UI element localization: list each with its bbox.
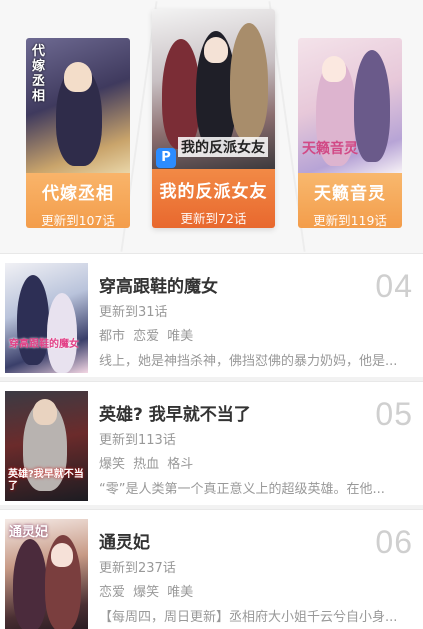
rank-number: 06	[375, 524, 413, 560]
cover-title-art: 穿高跟鞋的魔女	[9, 339, 79, 350]
genre-tags: 恋爱 爆笑 唯美	[99, 585, 194, 600]
rank-number: 04	[375, 268, 413, 304]
genre-tags: 爆笑 热血 格斗	[99, 457, 194, 472]
featured-card-1[interactable]: 我的反派女友 P 我的反派女友 更新到72话	[152, 9, 275, 228]
cover-title-art: 代嫁丞相	[32, 44, 46, 104]
comic-description: 【每周四，周日更新】丞相府大小姐千云兮自小身...	[99, 610, 398, 625]
update-status: 更新到31话	[99, 305, 168, 320]
genre-tags: 都市 恋爱 唯美	[99, 329, 194, 344]
card-title: 我的反派女友	[159, 182, 268, 202]
comic-description: 线上，她是神挡杀神，佛挡怼佛的暴力奶妈，他是...	[99, 354, 398, 369]
comic-cover-image: 穿高跟鞋的魔女	[5, 263, 88, 373]
card-title: 天籁音灵	[314, 184, 386, 204]
card-title: 代嫁丞相	[42, 184, 114, 204]
card-update: 更新到107话	[41, 213, 115, 228]
comic-cover-image: 英雄?我早就不当了	[5, 391, 88, 501]
comic-cover-image: 代嫁丞相	[26, 38, 130, 173]
card-update: 更新到119话	[313, 213, 387, 228]
cover-title-art: 英雄?我早就不当了	[8, 469, 84, 492]
comic-description: “零”是人类第一个真正意义上的超级英雄。在他...	[99, 482, 385, 497]
comic-title: 通灵妃	[99, 533, 150, 553]
comic-title: 穿高跟鞋的魔女	[99, 277, 218, 297]
featured-card-2[interactable]: 代嫁丞相 代嫁丞相 更新到107话	[26, 38, 130, 228]
update-status: 更新到237话	[99, 561, 176, 576]
update-status: 更新到113话	[99, 433, 176, 448]
comic-cover-image: 通灵妃	[5, 519, 88, 629]
comic-title: 英雄? 我早就不当了	[99, 405, 251, 425]
comic-cover-image: 天籁音灵	[298, 38, 402, 173]
featured-card-3[interactable]: 天籁音灵 天籁音灵 更新到119话	[298, 38, 402, 228]
cover-title-art: 通灵妃	[9, 525, 49, 540]
ranking-list: 穿高跟鞋的魔女 穿高跟鞋的魔女 更新到31话 都市 恋爱 唯美 线上，她是神挡杀…	[0, 253, 423, 629]
card-footer: 天籁音灵 更新到119话	[298, 173, 402, 228]
rank-number: 05	[375, 396, 413, 432]
cover-title-art: 天籁音灵	[302, 141, 358, 157]
list-item[interactable]: 穿高跟鞋的魔女 穿高跟鞋的魔女 更新到31话 都市 恋爱 唯美 线上，她是神挡杀…	[0, 253, 423, 377]
card-footer: 我的反派女友 更新到72话	[152, 169, 275, 228]
comic-cover-image: 我的反派女友	[152, 9, 275, 169]
cover-title-art: 我的反派女友	[178, 137, 268, 157]
card-update: 更新到72话	[180, 211, 247, 226]
list-item[interactable]: 通灵妃 通灵妃 更新到237话 恋爱 爆笑 唯美 【每周四，周日更新】丞相府大小…	[0, 509, 423, 629]
platform-badge-icon: P	[156, 148, 176, 168]
list-item[interactable]: 英雄?我早就不当了 英雄? 我早就不当了 更新到113话 爆笑 热血 格斗 “零…	[0, 381, 423, 505]
featured-podium: 2 3 代嫁丞相 代嫁丞相 更新到107话 我的反派女友 P 我的反派女友 更新…	[0, 0, 423, 253]
card-footer: 代嫁丞相 更新到107话	[26, 173, 130, 228]
